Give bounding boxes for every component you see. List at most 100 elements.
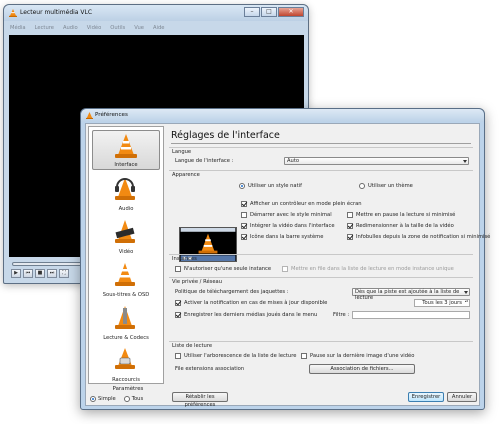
params-label: Paramètres <box>112 386 144 392</box>
art-policy-label: Politique de téléchargement des jaquette… <box>175 289 289 295</box>
sidebar-item-interface[interactable]: Interface <box>92 130 160 170</box>
sidebar-item-video[interactable]: Vidéo <box>92 216 160 256</box>
divider <box>171 143 471 144</box>
fullscreen-controller-label: Afficher un contrôleur en mode plein écr… <box>250 201 362 207</box>
enqueue-instance-checkbox[interactable] <box>282 266 288 272</box>
section-title: Apparence <box>172 172 200 178</box>
sidebar-item-label: Audio <box>118 206 134 212</box>
preferences-body: Interface Audio Vidéo Sous-titres & OSD … <box>85 123 490 408</box>
update-days-spinbox[interactable]: Tous les 3 jours <box>414 299 470 307</box>
menu-audio[interactable]: Audio <box>60 23 78 33</box>
systray-popup-checkbox[interactable] <box>347 234 353 240</box>
enqueue-instance-label: Mettre en file dans la liste de lecture … <box>291 266 454 272</box>
pause-minimized-checkbox[interactable] <box>347 212 353 218</box>
language-section: Langue Langue de l'interface : Auto <box>169 147 473 169</box>
play-button[interactable]: ▶ <box>11 269 21 278</box>
category-sidebar: Interface Audio Vidéo Sous-titres & OSD … <box>88 126 164 384</box>
resize-video-label: Redimensionner à la taille de la vidéo <box>356 223 454 229</box>
cancel-button[interactable]: Annuler <box>447 392 477 402</box>
vlc-cone-icon <box>115 134 137 158</box>
systray-icon-checkbox[interactable] <box>241 234 247 240</box>
film-cone-icon <box>115 220 135 243</box>
sidebar-item-label: Sous-titres & OSD <box>102 292 150 298</box>
seek-slider[interactable] <box>12 262 82 266</box>
menu-video[interactable]: Vidéo <box>84 23 102 33</box>
menu-lecture[interactable]: Lecture <box>32 23 54 33</box>
section-title: Vie privée / Réseau <box>172 279 223 285</box>
sidebar-item-hotkeys[interactable]: Raccourcis <box>92 344 160 384</box>
pause-last-frame-checkbox[interactable] <box>301 353 307 359</box>
recent-media-checkbox[interactable] <box>175 312 181 318</box>
reset-preferences-button[interactable]: Rétablir les préférences <box>172 392 228 408</box>
systray-icon-label: Icône dans la barre système <box>250 234 324 240</box>
chevron-down-icon <box>464 291 468 294</box>
resize-video-checkbox[interactable] <box>347 223 353 229</box>
all-label: Tous <box>131 396 144 402</box>
sidebar-item-label: Vidéo <box>118 249 134 255</box>
playlist-tree-label: Utiliser l'arborescence de la liste de l… <box>184 353 297 359</box>
menu-media[interactable]: Média <box>7 23 26 33</box>
section-title: Liste de lecture <box>172 343 213 349</box>
codec-cone-icon <box>115 306 135 329</box>
update-notify-label: Activer la notification en cas de mises … <box>184 300 328 306</box>
preferences-title-bar[interactable]: Préférences <box>81 109 484 122</box>
pause-minimized-label: Mettre en pause la lecture si minimisé <box>356 212 456 218</box>
art-policy-select[interactable]: Dès que la piste est ajoutée à la liste … <box>352 288 470 301</box>
settings-panel: Réglages de l'interface Langue Langue de… <box>167 126 490 384</box>
save-button[interactable]: Enregistrer <box>408 392 444 402</box>
vlc-cone-icon <box>9 9 17 17</box>
update-notify-checkbox[interactable] <box>175 300 181 306</box>
update-days-value: Tous les 3 jours <box>422 300 462 306</box>
playlist-section: Liste de lecture Utiliser l'arborescence… <box>169 341 473 381</box>
minimal-style-checkbox[interactable] <box>241 212 247 218</box>
menu-outils[interactable]: Outils <box>107 23 125 33</box>
single-instance-checkbox[interactable] <box>175 266 181 272</box>
privacy-section: Vie privée / Réseau Politique de télécha… <box>169 277 473 323</box>
sidebar-item-label: Raccourcis <box>112 377 140 383</box>
file-assoc-button[interactable]: Association de fichiers... <box>309 364 415 374</box>
sidebar-item-audio[interactable]: Audio <box>92 173 160 213</box>
chevron-down-icon <box>463 160 467 163</box>
close-button[interactable]: ✕ <box>278 7 304 17</box>
language-value: Auto <box>287 158 300 164</box>
language-select[interactable]: Auto <box>284 157 469 165</box>
page-title: Réglages de l'interface <box>171 130 280 141</box>
native-style-radio[interactable] <box>239 183 245 189</box>
systray-popup-label: Infobulles depuis la zone de notificatio… <box>356 234 491 240</box>
simple-radio[interactable] <box>90 396 96 402</box>
vlc-title-bar[interactable]: Lecteur multimédia VLC – □ ✕ <box>4 5 308 21</box>
minimal-style-label: Démarrer avec le style minimal <box>250 212 332 218</box>
preferences-dialog: Préférences Interface Audio Vidéo Sous-t… <box>80 108 490 410</box>
instances-section: Instances N'autoriser qu'une seule insta… <box>169 254 473 277</box>
native-style-label: Utiliser un style natif <box>248 183 302 189</box>
section-title: Langue <box>172 149 192 155</box>
pause-last-frame-label: Pause sur la dernière image d'une vidéo <box>310 353 415 359</box>
theme-radio[interactable] <box>359 183 365 189</box>
vlc-window-title: Lecteur multimédia VLC <box>20 9 93 16</box>
menu-aide[interactable]: Aide <box>150 23 164 33</box>
embed-video-checkbox[interactable] <box>241 223 247 229</box>
vlc-menu-bar: Média Lecture Audio Vidéo Outils Vue Aid… <box>7 23 170 33</box>
all-radio[interactable] <box>123 396 130 402</box>
file-assoc-label: File extensions association <box>175 366 245 372</box>
language-label: Langue de l'interface : <box>175 158 234 164</box>
section-title: Instances <box>172 256 197 262</box>
minimize-button[interactable]: – <box>244 7 260 17</box>
hotkeys-cone-icon <box>115 348 135 369</box>
sidebar-item-subtitles-osd[interactable]: Sous-titres & OSD <box>92 259 160 299</box>
next-button[interactable]: ⏭ <box>47 269 57 278</box>
stop-button[interactable]: ■ <box>35 269 45 278</box>
filter-input[interactable] <box>352 311 470 319</box>
maximize-button[interactable]: □ <box>261 7 277 17</box>
previous-button[interactable]: ⏮ <box>23 269 33 278</box>
headphones-cone-icon <box>115 178 135 200</box>
settings-mode-group: Simple Tous <box>90 396 151 402</box>
fullscreen-controller-checkbox[interactable] <box>241 201 247 207</box>
vlc-cone-icon <box>86 112 93 119</box>
menu-vue[interactable]: Vue <box>131 23 144 33</box>
playlist-tree-checkbox[interactable] <box>175 353 181 359</box>
simple-label: Simple <box>98 396 116 402</box>
sidebar-item-label: Interface <box>114 162 138 168</box>
sidebar-item-input-codecs[interactable]: Lecture & Codecs <box>92 302 160 342</box>
fullscreen-button[interactable]: ⛶ <box>59 269 69 278</box>
